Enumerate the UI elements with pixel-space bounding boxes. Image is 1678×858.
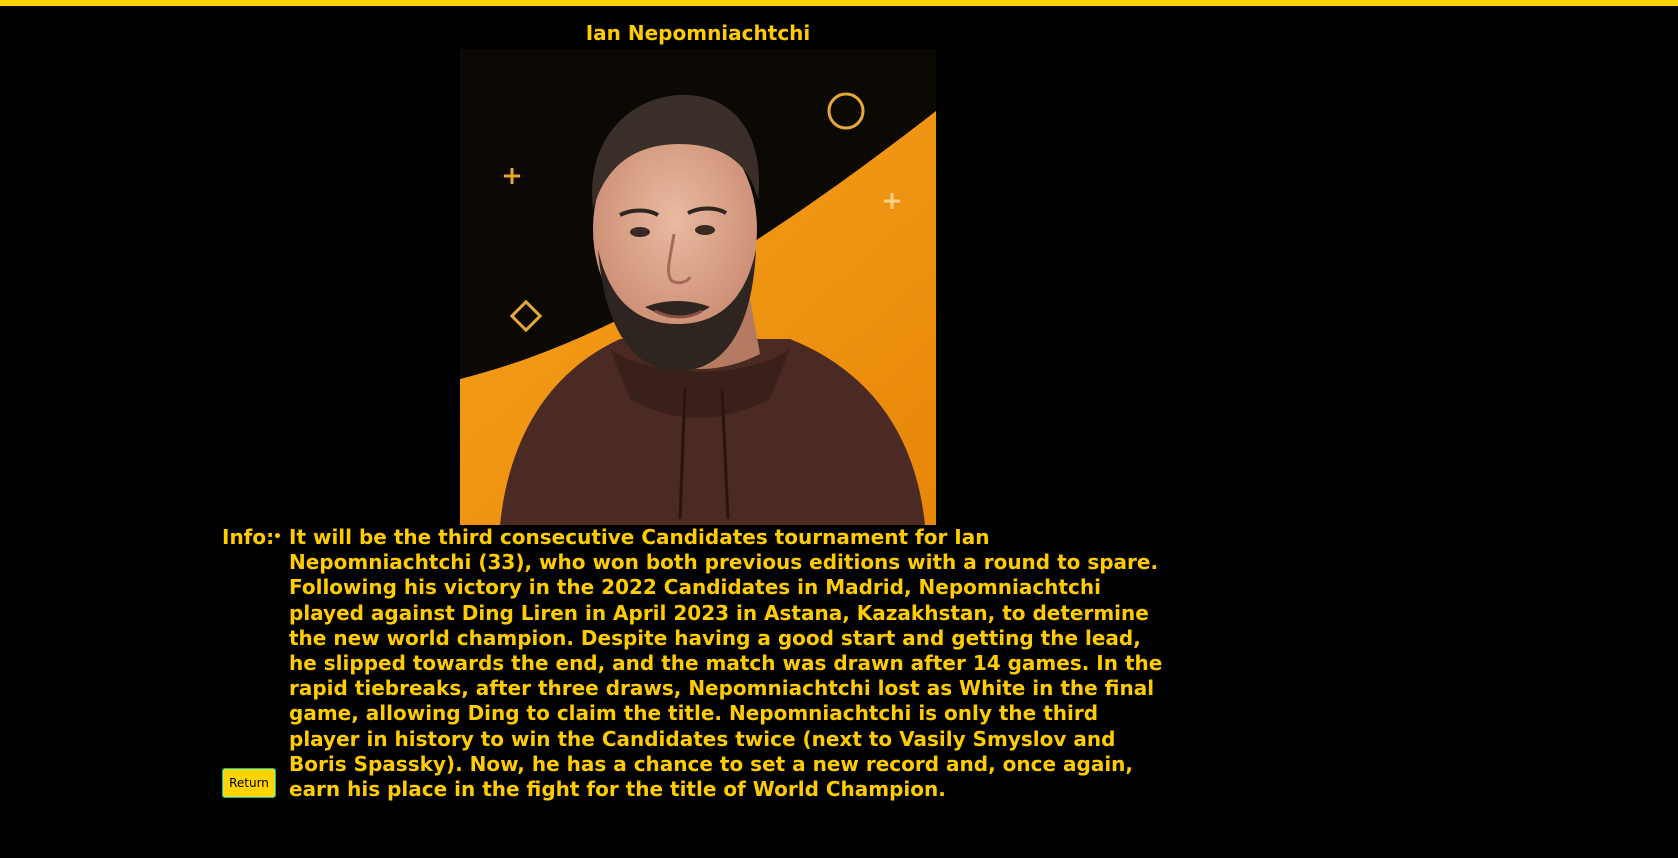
info-list-item: It will be the third consecutive Candida… <box>273 525 1169 802</box>
info-label: Info: <box>222 525 275 549</box>
top-accent-bar <box>0 0 1678 6</box>
info-list: It will be the third consecutive Candida… <box>273 525 1169 802</box>
player-name-heading: Ian Nepomniachtchi <box>585 21 811 45</box>
player-portrait <box>460 49 936 525</box>
return-button[interactable]: Return <box>222 768 276 798</box>
